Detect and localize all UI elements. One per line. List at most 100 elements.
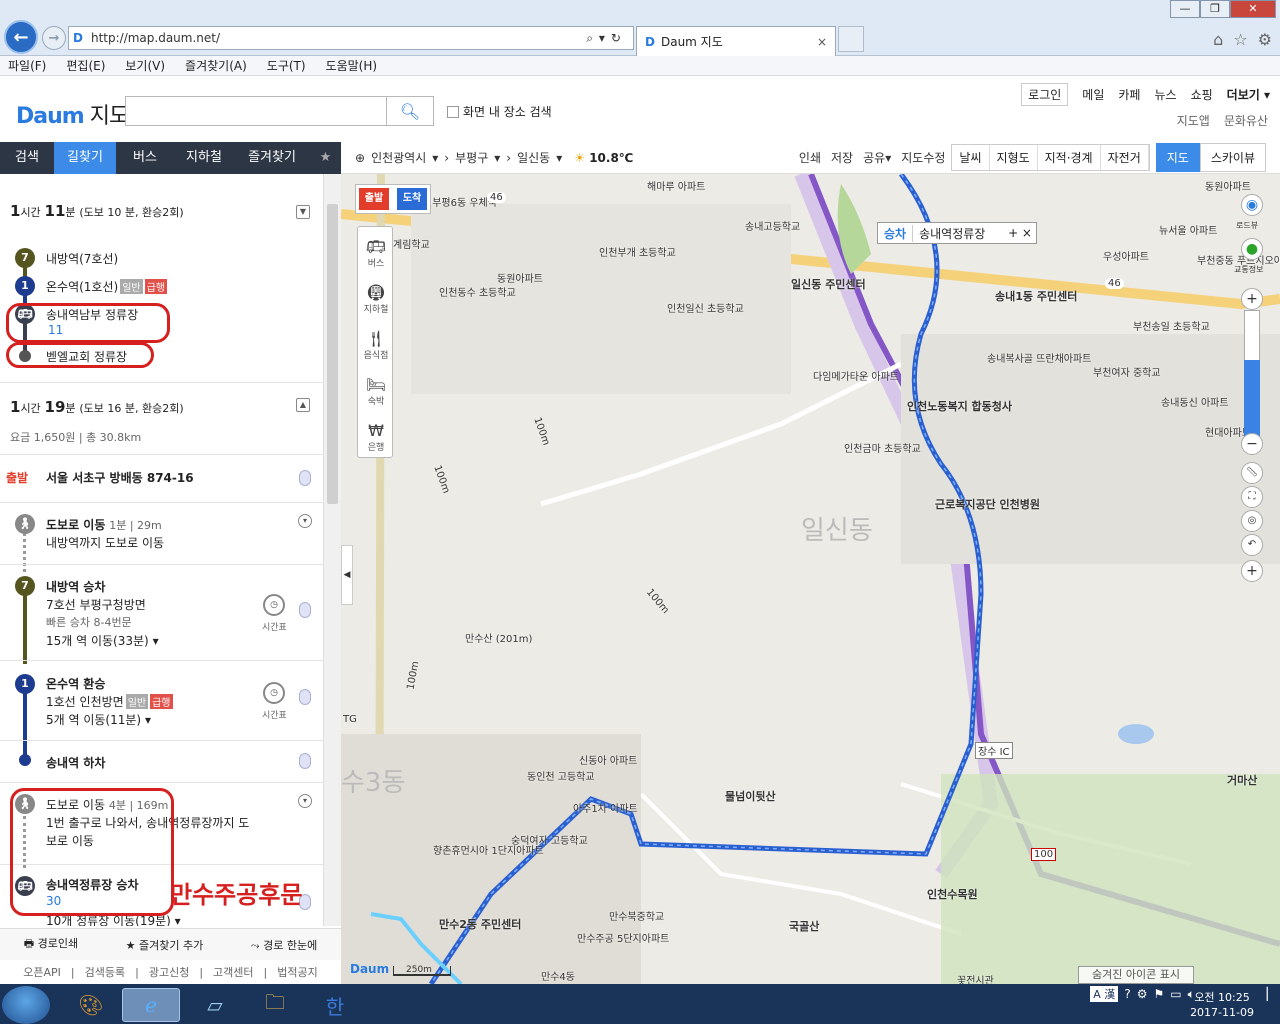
map-label[interactable]: 국골산 <box>789 918 819 934</box>
close-window-button[interactable]: ✕ <box>1230 0 1276 18</box>
map-canvas[interactable]: 전부평6동 우체국 해마루 아파트 송내고등학교 인천부개 초등학교 동원아파트… <box>341 174 1280 984</box>
link-more[interactable]: 더보기 ▾ <box>1227 86 1270 103</box>
login-button[interactable]: 로그인 <box>1021 83 1069 106</box>
location-pin-icon[interactable] <box>299 753 311 769</box>
tab-directions[interactable]: 길찾기 <box>54 142 116 174</box>
map-label[interactable]: 전부평6동 우체국 <box>423 194 497 209</box>
tab-bus[interactable]: 버스 <box>116 142 174 174</box>
link-map-app[interactable]: 지도앱 <box>1177 112 1210 129</box>
map-label[interactable]: 인천수목원 <box>927 886 978 902</box>
map-label[interactable]: 만수산 (201m) <box>465 630 532 645</box>
roadview-icon[interactable]: ◉ <box>1241 194 1263 216</box>
radius-icon[interactable]: ◎ <box>1241 510 1263 532</box>
edit-map-button[interactable]: 지도수정 <box>901 149 945 166</box>
layer-weather[interactable]: 날씨 <box>952 145 990 170</box>
favorites-star-icon[interactable]: ☆ <box>1233 30 1247 49</box>
weather-info[interactable]: ☀ 10.8℃ <box>574 151 633 165</box>
search-input[interactable] <box>125 96 387 126</box>
route2-summary[interactable]: 1시간 19분 (도보 16 분, 환승2회) <box>10 398 310 416</box>
layer-bicycle[interactable]: 자전거 <box>1101 145 1149 170</box>
boarding-stop-chip[interactable]: 승차 송내역정류장 + × <box>877 222 1037 244</box>
taskbar-notes-icon[interactable]: ▱ <box>186 988 244 1022</box>
menu-view[interactable]: 보기(V) <box>125 57 165 74</box>
footer-link-legal[interactable]: 법적공지 <box>277 964 317 980</box>
link-cafe[interactable]: 카페 <box>1118 86 1140 103</box>
loc-dong[interactable]: 일신동 <box>517 149 550 166</box>
map-label[interactable]: 물넘이뒷산 <box>725 788 776 804</box>
traffic-icon[interactable]: ● <box>1241 238 1263 260</box>
map-label[interactable]: 거마산 <box>1227 772 1257 788</box>
minimize-button[interactable]: — <box>1170 0 1200 18</box>
taskbar-hwp-icon[interactable]: 한 <box>306 988 364 1022</box>
print-button[interactable]: 인쇄 <box>799 149 821 166</box>
layer-cadastral[interactable]: 지적·경계 <box>1038 145 1101 170</box>
scope-checkbox[interactable] <box>447 105 459 118</box>
timetable-clock-icon[interactable]: ◷ <box>263 594 285 616</box>
poi-restaurant-button[interactable]: 🍴︎ 음식점 <box>358 323 394 369</box>
map-label[interactable]: 다임메가타운 아파트 <box>813 368 899 383</box>
map-label[interactable]: 아주1차 아파트 <box>573 800 638 815</box>
end-flag[interactable]: 도착 <box>397 188 427 210</box>
location-pin-icon[interactable] <box>299 602 311 618</box>
map-label[interactable]: 계림학교 <box>393 236 430 251</box>
footer-link-support[interactable]: 고객센터 <box>213 964 253 980</box>
zoom-out-button[interactable]: − <box>1241 433 1263 455</box>
map-label[interactable]: 인천금마 초등학교 <box>844 440 921 455</box>
expand-toggle[interactable]: ▾ <box>298 514 312 528</box>
menu-file[interactable]: 파일(F) <box>8 57 46 74</box>
settings-icon[interactable]: ⚙ <box>1137 987 1148 1001</box>
map-label[interactable]: 인천노동복지 합동청사 <box>907 398 1012 414</box>
taskbar-ie-icon[interactable]: ℯ <box>122 988 180 1022</box>
map-label[interactable]: 향촌휴먼시아 1단지아파트 <box>433 842 544 857</box>
menu-favorites[interactable]: 즐겨찾기(A) <box>185 57 247 74</box>
expand-toggle[interactable]: ▾ <box>298 794 312 808</box>
home-icon[interactable]: ⌂ <box>1213 30 1223 49</box>
footer-link-register[interactable]: 검색등록 <box>85 964 125 980</box>
share-button[interactable]: 공유▾ <box>863 149 891 166</box>
area-icon[interactable]: ⛶ <box>1241 486 1263 508</box>
tab-favorites[interactable]: 즐겨찾기 <box>234 142 310 174</box>
hidden-icons-tooltip[interactable]: 숨겨진 아이콘 표시 <box>1078 966 1194 984</box>
search-button[interactable]: 🔍︎ <box>387 96 434 126</box>
start-button[interactable] <box>2 986 50 1024</box>
scroll-thumb[interactable] <box>327 204 338 504</box>
location-pin-icon[interactable] <box>299 689 311 705</box>
map-label[interactable]: 부천송일 초등학교 <box>1133 318 1210 333</box>
show-desktop-button[interactable]: ▏ <box>1267 987 1276 1001</box>
browser-tab[interactable]: D Daum 지도 × <box>636 26 836 56</box>
map-label[interactable]: 인천동수 초등학교 <box>439 284 516 299</box>
taskbar-folder-icon[interactable]: 🗀︎ <box>246 988 304 1022</box>
map-label[interactable]: 동원아파트 <box>497 270 543 285</box>
network-icon[interactable]: ▭ <box>1170 987 1181 1001</box>
timetable-label[interactable]: 시간표 <box>262 708 323 721</box>
tab-close-button[interactable]: × <box>817 35 827 49</box>
timetable-clock-icon[interactable]: ◷ <box>263 682 285 704</box>
add-favorite-button[interactable]: ★ 즐겨찾기 추가 <box>126 937 204 953</box>
address-bar[interactable]: D http://map.daum.net/ ⌕▾↻ <box>68 26 634 50</box>
back-button[interactable]: ← <box>4 20 38 54</box>
poi-bank-button[interactable]: ₩ 은행 <box>358 415 394 461</box>
map-label[interactable]: 만수주공 5단지아파트 <box>577 930 669 945</box>
undo-icon[interactable]: ↶ <box>1241 534 1263 556</box>
taskbar-paint-icon[interactable]: 🎨︎ <box>62 988 120 1022</box>
layer-terrain[interactable]: 지형도 <box>990 145 1038 170</box>
tab-subway[interactable]: 지하철 <box>174 142 234 174</box>
ime-indicator[interactable]: A 漢 <box>1090 986 1119 1002</box>
poi-subway-button[interactable]: 🚇︎ 지하철 <box>358 277 394 323</box>
map-type-skyview[interactable]: 스카이뷰 <box>1199 143 1266 172</box>
flag-icon[interactable]: ⚑ <box>1153 987 1164 1001</box>
menu-edit[interactable]: 편집(E) <box>66 57 105 74</box>
map-label[interactable]: 송내1동 주민센터 <box>995 288 1077 304</box>
settings-gear-icon[interactable]: ⚙ <box>1258 30 1272 49</box>
poi-lodging-button[interactable]: 🛏︎ 숙박 <box>358 369 394 415</box>
footer-link-api[interactable]: 오픈API <box>23 964 61 980</box>
route-overview-button[interactable]: ⤳ 경로 한눈에 <box>251 937 317 953</box>
map-label[interactable]: 신동아 아파트 <box>579 752 637 767</box>
map-label[interactable]: 송내복사골 뜨란채아파트 <box>987 350 1091 365</box>
map-label[interactable]: 부천여자 중학교 <box>1093 364 1161 379</box>
left-panel-scrollbar[interactable] <box>323 174 341 926</box>
footer-link-ads[interactable]: 광고신청 <box>149 964 189 980</box>
map-label[interactable]: 일신동 주민센터 <box>791 276 866 292</box>
map-label[interactable]: 장수 IC <box>975 742 1013 759</box>
map-label[interactable]: 송내고등학교 <box>745 218 800 233</box>
